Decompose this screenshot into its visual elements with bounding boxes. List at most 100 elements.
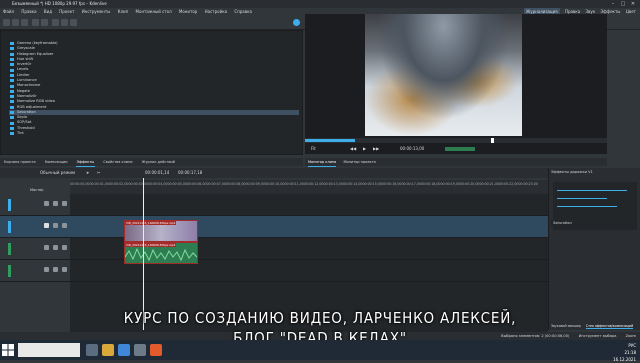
audio-level-meter — [445, 147, 475, 151]
app-icon[interactable] — [150, 344, 162, 356]
clock-time[interactable]: 21:18 — [613, 349, 636, 356]
redo-icon[interactable] — [41, 19, 48, 26]
effect-icon — [10, 42, 14, 46]
edit-icon[interactable] — [44, 245, 49, 250]
undo-icon[interactable] — [32, 19, 39, 26]
lock-icon[interactable] — [62, 245, 67, 250]
save-icon[interactable] — [21, 19, 28, 26]
parameter-slider[interactable] — [557, 198, 607, 199]
monitor-ruler[interactable] — [305, 138, 607, 143]
effect-icon — [10, 58, 14, 62]
edge-icon[interactable] — [118, 344, 130, 356]
track-active-indicator[interactable] — [8, 243, 11, 255]
layout-color[interactable]: Цвет — [626, 8, 636, 16]
ruler-tick-label: 00:00:11,00 — [284, 182, 304, 186]
edit-icon[interactable] — [44, 201, 49, 206]
video-clip[interactable]: VID_20211215_140608.306ps.mp4 — [124, 220, 198, 242]
monitor-timecode[interactable]: 00:00:13,00 — [400, 144, 424, 154]
monitor-playhead[interactable] — [491, 138, 494, 143]
subtitle-line-1: КУРС ПО СОЗДАНИЮ ВИДЕО, ЛАРЧЕНКО АЛЕКСЕЙ… — [123, 309, 517, 327]
menu-view[interactable]: Вид — [44, 8, 52, 16]
timeline-ruler[interactable]: 00:00:00,00 00:00:01,00 00:00:02,00 00:00:0… — [70, 180, 548, 194]
effect-name-row[interactable]: Saturation — [551, 220, 637, 226]
track-active-indicator[interactable] — [8, 265, 11, 277]
tab-compositions[interactable]: Композиции — [44, 158, 69, 166]
tab-effects[interactable]: Эффекты — [75, 158, 96, 167]
cut-icon[interactable] — [52, 19, 59, 26]
effect-icon — [10, 95, 14, 99]
effect-icon — [10, 100, 14, 104]
menu-settings[interactable]: Настройка — [205, 8, 227, 16]
effect-icon — [10, 111, 14, 115]
menu-tools[interactable]: Инструменты — [82, 8, 111, 16]
effect-list-label: Luminance — [17, 78, 37, 83]
track-active-indicator[interactable] — [8, 221, 11, 233]
tab-undo-history[interactable]: Журнал действий — [141, 158, 176, 166]
select-tool-icon[interactable]: ➤ — [86, 168, 89, 178]
task-view-icon[interactable] — [86, 344, 98, 356]
zoom-select[interactable]: Fit — [311, 144, 316, 154]
effect-icon — [10, 52, 14, 56]
parameter-slider[interactable] — [557, 190, 627, 191]
edit-mode-select[interactable]: Обычный режим — [40, 168, 75, 178]
paste-icon[interactable] — [70, 19, 77, 26]
lock-icon[interactable] — [62, 223, 67, 228]
windows-start-icon[interactable] — [2, 344, 14, 356]
tab-project-monitor[interactable]: Монитор проекта — [343, 158, 375, 166]
film-icon[interactable] — [53, 201, 58, 206]
tab-clip-properties[interactable]: Свойства клипа — [102, 158, 133, 166]
menu-monitor[interactable]: Монитор — [179, 8, 197, 16]
rewind-icon[interactable]: ◀◀ — [350, 144, 356, 154]
maximize-button[interactable]: □ — [618, 0, 628, 8]
ruler-tick-label: 00:00:12,00 — [304, 182, 324, 186]
menu-edit[interactable]: Правка — [21, 8, 36, 16]
copy-icon[interactable] — [61, 19, 68, 26]
tab-project-bin[interactable]: Корзина проекта — [3, 158, 37, 166]
language-indicator[interactable]: РУС — [628, 343, 636, 348]
left-panel-tabs: Корзина проекта Композиции Эффекты Свойс… — [0, 158, 303, 167]
menu-help[interactable]: Справка — [234, 8, 252, 16]
menu-file[interactable]: Файл — [3, 8, 14, 16]
effect-list-label: Normaliz0r — [17, 93, 37, 98]
track-active-indicator[interactable] — [8, 199, 11, 211]
minimize-button[interactable]: – — [608, 0, 618, 8]
speaker-icon[interactable] — [53, 267, 58, 272]
taskbar-search-input[interactable] — [18, 343, 80, 357]
effect-list-label: Negate — [17, 88, 31, 93]
effect-icon — [10, 89, 14, 93]
menu-project[interactable]: Проект — [59, 8, 74, 16]
film-icon[interactable] — [53, 223, 58, 228]
video-clip-label: VID_20211215_140608.306ps.mp4 — [125, 221, 177, 225]
ruler-tick-label: 00:00:21,00 — [479, 182, 499, 186]
effect-list-label: Threshold — [17, 125, 35, 130]
forward-icon[interactable]: ▶▶ — [373, 144, 379, 154]
play-icon[interactable]: ▶ — [363, 144, 366, 154]
new-file-icon[interactable] — [3, 19, 10, 26]
render-icon[interactable] — [293, 19, 300, 26]
monitor-tabs: Монитор клипа Монитор проекта — [305, 158, 607, 167]
parameter-slider[interactable] — [557, 206, 617, 207]
edit-icon[interactable] — [44, 267, 49, 272]
menu-timeline[interactable]: Монтажный стол — [136, 8, 172, 16]
close-button[interactable]: ✕ — [628, 0, 638, 8]
kdenlive-icon[interactable] — [134, 344, 146, 356]
speaker-icon[interactable] — [53, 245, 58, 250]
edit-icon[interactable] — [44, 223, 49, 228]
monitor-progress — [305, 139, 355, 142]
timeline-timecode[interactable]: 00:00:01,14 — [145, 168, 169, 178]
track-header-v2 — [0, 194, 70, 216]
ruler-tick-label: 00:00:08,00 — [226, 182, 246, 186]
file-explorer-icon[interactable] — [102, 344, 114, 356]
effect-list-item[interactable]: Tint — [9, 131, 299, 136]
video-preview[interactable] — [365, 14, 522, 136]
track-v2[interactable] — [70, 194, 548, 216]
effect-icon — [10, 105, 14, 109]
window-title: Безымянный *| HD 1080p 29.97 fps – Kdenl… — [12, 1, 107, 6]
razor-tool-icon[interactable]: ✂ — [97, 168, 100, 178]
tab-clip-monitor[interactable]: Монитор клипа — [308, 158, 337, 167]
lock-icon[interactable] — [62, 201, 67, 206]
audio-clip[interactable]: VID_20211215_140608.306ps.mp4 — [124, 242, 198, 264]
menu-clip[interactable]: Клип — [118, 8, 129, 16]
lock-icon[interactable] — [62, 267, 67, 272]
open-folder-icon[interactable] — [12, 19, 19, 26]
